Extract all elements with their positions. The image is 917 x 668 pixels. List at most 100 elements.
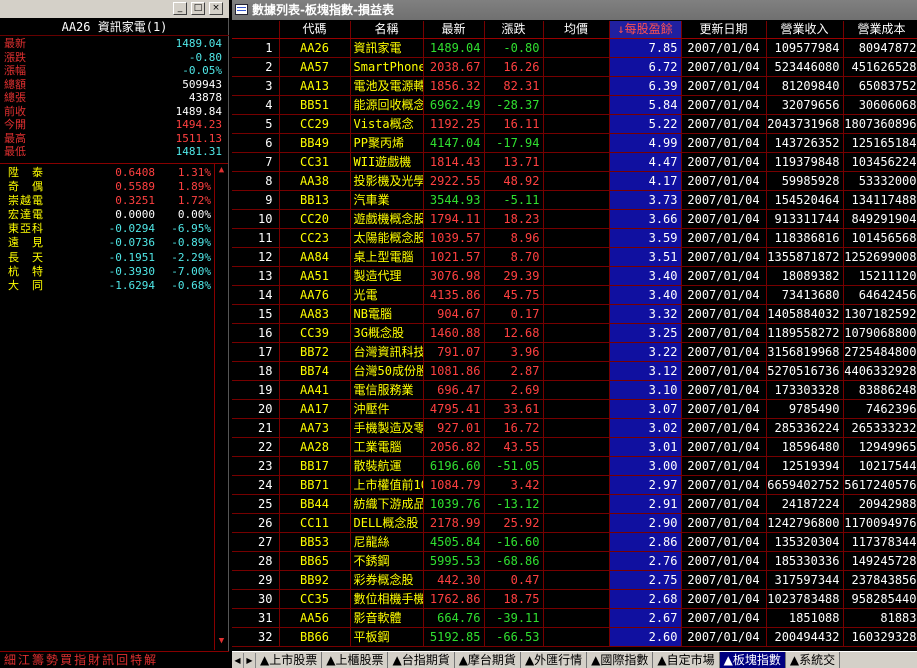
market-tab[interactable]: ▲上櫃股票 bbox=[322, 652, 389, 668]
table-row[interactable]: 21 AA73 手機製造及零 927.01 16.72 3.02 2007/01/04 285… bbox=[232, 418, 917, 438]
column-header[interactable]: 營業收入 bbox=[766, 21, 844, 39]
window-title-text: 數據列表-板塊指數-損益表 bbox=[252, 3, 394, 17]
minimize-button[interactable]: _ bbox=[173, 2, 187, 15]
column-header[interactable]: 代碼 bbox=[279, 21, 351, 39]
column-header[interactable] bbox=[232, 21, 280, 39]
column-header[interactable]: 均價 bbox=[543, 21, 610, 39]
table-row[interactable]: 22 AA28 工業電腦 2056.82 43.55 3.01 2007/01/04 1859… bbox=[232, 437, 917, 457]
table-row[interactable]: 23 BB17 散裝航運 6196.60 -51.05 3.00 2007/01/04 125… bbox=[232, 456, 917, 476]
column-header[interactable]: 名稱 bbox=[350, 21, 424, 39]
row-index: 27 bbox=[232, 532, 280, 552]
market-tab[interactable]: ▲板塊指數 bbox=[719, 652, 786, 668]
eps-value: 3.51 bbox=[609, 247, 682, 267]
price-change: -28.37 bbox=[484, 95, 544, 115]
column-header[interactable]: ↓每股盈餘 bbox=[609, 21, 682, 39]
table-row[interactable]: 25 BB44 紡織下游成品 1039.76 -13.12 2.91 2007/01/04 2… bbox=[232, 494, 917, 514]
last-price: 696.47 bbox=[423, 380, 485, 400]
column-header[interactable]: 更新日期 bbox=[681, 21, 767, 39]
table-row[interactable]: 12 AA84 桌上型電腦 1021.57 8.70 3.51 2007/01/04 1355… bbox=[232, 247, 917, 267]
constituent-row[interactable]: 杭 特 -0.3930 -7.00% bbox=[8, 265, 213, 279]
constituent-row[interactable]: 遠 見 -0.0736 -0.89% bbox=[8, 236, 213, 250]
constituent-row[interactable]: 宏達電 0.0000 0.00% bbox=[8, 208, 213, 222]
cost: 1307182592 bbox=[843, 304, 917, 324]
table-row[interactable]: 18 BB74 台灣50成份股 1081.86 2.87 3.12 2007/01/04 52… bbox=[232, 361, 917, 381]
function-tab[interactable]: 細 bbox=[4, 653, 16, 667]
eps-value: 3.07 bbox=[609, 399, 682, 419]
function-tab[interactable]: 特 bbox=[130, 653, 142, 667]
table-row[interactable]: 14 AA76 光電 4135.86 45.75 3.40 2007/01/04 734136… bbox=[232, 285, 917, 305]
constituent-row[interactable]: 大 同 -1.6294 -0.68% bbox=[8, 279, 213, 293]
constituent-row[interactable]: 長 天 -0.1951 -2.29% bbox=[8, 251, 213, 265]
revenue: 73413680 bbox=[766, 285, 844, 305]
constituent-scrollbar[interactable]: ▲ ▼ bbox=[214, 164, 228, 650]
table-row[interactable]: 1 AA26 資訊家電 1489.04 -0.80 7.85 2007/01/04 10957… bbox=[232, 38, 917, 58]
price-change: 18.75 bbox=[484, 589, 544, 609]
last-price: 6962.49 bbox=[423, 95, 485, 115]
cost: 451626528 bbox=[843, 57, 917, 77]
table-row[interactable]: 26 CC11 DELL概念股 2178.99 25.92 2.90 2007/01/04 1… bbox=[232, 513, 917, 533]
constituent-row[interactable]: 奇 偶 0.5589 1.89% bbox=[8, 180, 213, 194]
function-tab[interactable]: 買 bbox=[60, 653, 72, 667]
function-tab[interactable]: 江 bbox=[18, 653, 30, 667]
table-row[interactable]: 32 BB66 平板鋼 5192.85 -66.53 2.60 2007/01/04 2004… bbox=[232, 627, 917, 647]
row-index: 13 bbox=[232, 266, 280, 286]
table-row[interactable]: 2 AA57 SmartPhone 2038.67 16.26 6.72 2007/01/0… bbox=[232, 57, 917, 77]
table-row[interactable]: 29 BB92 彩券概念股 442.30 0.47 2.75 2007/01/04 31759… bbox=[232, 570, 917, 590]
eps-value: 3.25 bbox=[609, 323, 682, 343]
constituent-row[interactable]: 陞 泰 0.6408 1.31% bbox=[8, 166, 213, 180]
table-row[interactable]: 24 BB71 上市權值前10 1084.79 3.42 2.97 2007/01/04 66… bbox=[232, 475, 917, 495]
constituent-row[interactable]: 東亞科 -0.0294 -6.95% bbox=[8, 222, 213, 236]
market-tab[interactable]: ▲上市股票 bbox=[256, 652, 323, 668]
table-row[interactable]: 6 BB49 PP聚丙烯 4147.04 -17.94 4.99 2007/01/04 143… bbox=[232, 133, 917, 153]
table-row[interactable]: 10 CC20 遊戲機概念股 1794.11 18.23 3.66 2007/01/04 91… bbox=[232, 209, 917, 229]
sector-code: CC31 bbox=[279, 152, 351, 172]
function-tab[interactable]: 籌 bbox=[32, 653, 44, 667]
market-tab[interactable]: ▲台指期貨 bbox=[388, 652, 455, 668]
table-row[interactable]: 30 CC35 數位相機手機 1762.86 18.75 2.68 2007/01/04 10… bbox=[232, 589, 917, 609]
function-tab[interactable]: 財 bbox=[88, 653, 100, 667]
table-row[interactable]: 27 BB53 尼龍絲 4505.84 -16.60 2.86 2007/01/04 1353… bbox=[232, 532, 917, 552]
table-row[interactable]: 31 AA56 影音軟體 664.76 -39.11 2.67 2007/01/04 1851… bbox=[232, 608, 917, 628]
tab-scroll-left-icon[interactable]: ◀ bbox=[232, 653, 244, 668]
market-tab[interactable]: ▲自定市場 bbox=[653, 652, 720, 668]
column-header[interactable]: 營業成本 bbox=[843, 21, 917, 39]
column-header[interactable]: 最新 bbox=[423, 21, 485, 39]
revenue: 1189558272 bbox=[766, 323, 844, 343]
function-tab[interactable]: 解 bbox=[144, 653, 156, 667]
maximize-button[interactable]: □ bbox=[191, 2, 205, 15]
table-row[interactable]: 8 AA38 投影機及光學 2922.55 48.92 4.17 2007/01/04 599… bbox=[232, 171, 917, 191]
row-index: 25 bbox=[232, 494, 280, 514]
function-tab[interactable]: 勢 bbox=[46, 653, 58, 667]
cost: 160329328 bbox=[843, 627, 917, 647]
table-row[interactable]: 17 BB72 台灣資訊科技 791.07 3.96 3.22 2007/01/04 3156… bbox=[232, 342, 917, 362]
market-tab[interactable]: ▲摩台期貨 bbox=[455, 652, 521, 668]
function-tab[interactable]: 指 bbox=[74, 653, 86, 667]
sector-name: PP聚丙烯 bbox=[350, 133, 424, 153]
table-row[interactable]: 11 CC23 太陽能概念股 1039.57 8.96 3.59 2007/01/04 118… bbox=[232, 228, 917, 248]
constituent-row[interactable]: 崇越電 0.3251 1.72% bbox=[8, 194, 213, 208]
table-row[interactable]: 13 AA51 製造代理 3076.98 29.39 3.40 2007/01/04 1808… bbox=[232, 266, 917, 286]
market-tab[interactable]: ▲國際指數 bbox=[587, 652, 654, 668]
avg-price bbox=[543, 494, 610, 514]
scroll-down-icon[interactable]: ▼ bbox=[216, 636, 227, 647]
market-tab[interactable]: ▲系統交 bbox=[786, 652, 841, 668]
scroll-up-icon[interactable]: ▲ bbox=[216, 165, 227, 176]
column-header[interactable]: 漲跌 bbox=[484, 21, 544, 39]
table-row[interactable]: 4 BB51 能源回收概念 6962.49 -28.37 5.84 2007/01/04 32… bbox=[232, 95, 917, 115]
function-tab[interactable]: 訊 bbox=[102, 653, 114, 667]
table-row[interactable]: 16 CC39 3G概念股 1460.88 12.68 3.25 2007/01/04 118… bbox=[232, 323, 917, 343]
tab-scroll-right-icon[interactable]: ▶ bbox=[244, 653, 256, 668]
sector-code: BB44 bbox=[279, 494, 351, 514]
table-row[interactable]: 5 CC29 Vista概念 1192.25 16.11 5.22 2007/01/04 20… bbox=[232, 114, 917, 134]
table-row[interactable]: 15 AA83 NB電腦 904.67 0.17 3.32 2007/01/04 140588… bbox=[232, 304, 917, 324]
table-row[interactable]: 9 BB13 汽車業 3544.93 -5.11 3.73 2007/01/04 154520… bbox=[232, 190, 917, 210]
table-row[interactable]: 19 AA41 電信服務業 696.47 2.69 3.10 2007/01/04 17330… bbox=[232, 380, 917, 400]
table-row[interactable]: 7 CC31 WII遊戲機 1814.43 13.71 4.47 2007/01/04 119… bbox=[232, 152, 917, 172]
table-row[interactable]: 20 AA17 沖壓件 4795.41 33.61 3.07 2007/01/04 97854… bbox=[232, 399, 917, 419]
close-button[interactable]: × bbox=[209, 2, 223, 15]
table-row[interactable]: 3 AA13 電池及電源轉 1856.32 82.31 6.39 2007/01/04 812… bbox=[232, 76, 917, 96]
market-tab[interactable]: ▲外匯行情 bbox=[521, 652, 588, 668]
table-row[interactable]: 28 BB65 不銹鋼 5995.53 -68.86 2.76 2007/01/04 1853… bbox=[232, 551, 917, 571]
sector-name: 平板鋼 bbox=[350, 627, 424, 647]
function-tab[interactable]: 回 bbox=[116, 653, 128, 667]
